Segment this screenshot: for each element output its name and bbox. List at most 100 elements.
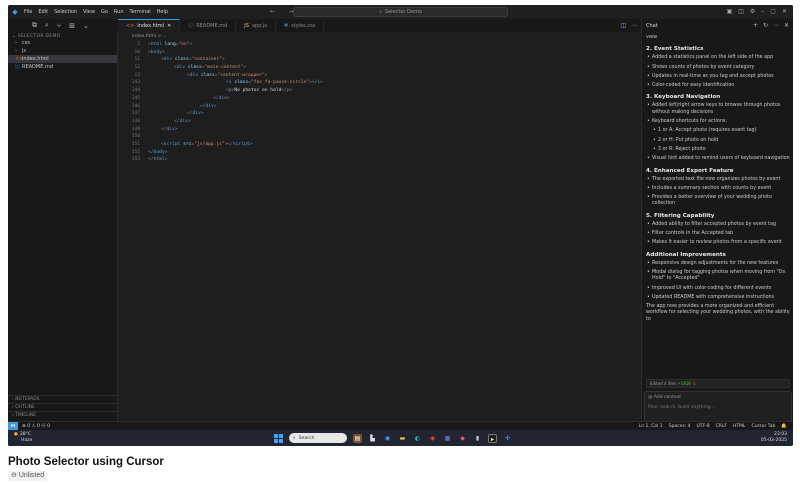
menu-run[interactable]: Run	[114, 9, 124, 15]
chrome-icon[interactable]: ◉	[383, 434, 392, 443]
chat-bullet-item: Added left/right arrow keys to browse th…	[646, 103, 790, 116]
editor-actions: ◫ ⋯	[620, 22, 637, 29]
folder-js[interactable]: › js	[8, 47, 117, 55]
code-line[interactable]: 151 <script src="js/app.js"></script>	[118, 141, 641, 149]
code-line[interactable]: 11 <div class="container">	[118, 56, 641, 64]
more-actions-icon[interactable]: ⋯	[631, 22, 637, 29]
panel-toggle-icon[interactable]: ◫	[738, 8, 744, 15]
taskbar-clock[interactable]: 23:03 05-03-2025	[761, 432, 787, 443]
menu-file[interactable]: File	[24, 9, 32, 15]
explorer-icon[interactable]: ⧉	[32, 21, 37, 30]
command-center-search[interactable]: ⌕ Selector Demo	[293, 7, 508, 17]
network-app-icon[interactable]: ✣	[503, 434, 512, 443]
chat-input-placeholder[interactable]: Plan, search, build anything...	[648, 405, 715, 410]
teams-icon[interactable]: ▦	[443, 434, 452, 443]
chevron-down-icon[interactable]: ⌄	[83, 22, 89, 30]
windows-start-icon[interactable]	[274, 433, 283, 443]
chat-bullet-item: Makes it easier to review photos from a …	[646, 240, 790, 247]
chat-outro-text: The app now provides a more organized an…	[646, 304, 790, 322]
menu-edit[interactable]: Edit	[38, 9, 48, 15]
edge-icon[interactable]: ◐	[413, 434, 422, 443]
tab-readme-md[interactable]: ⓘ README.md	[180, 19, 237, 32]
line-number: 147	[131, 111, 140, 117]
windows-taskbar: ● 28°C Haze ⌕ Search ▤ ▙ ◉ ▬ ◐ ◉ ▦ ◆ ▮ ▸ …	[8, 430, 793, 446]
code-line[interactable]: 153 </html>	[118, 156, 641, 164]
history-icon[interactable]: ↻	[763, 22, 768, 29]
menu-go[interactable]: Go	[101, 9, 108, 15]
link-icon: ⊖	[11, 472, 17, 479]
split-editor-icon[interactable]: ◫	[620, 22, 626, 29]
maximize-icon[interactable]: ▢	[770, 8, 776, 15]
code-line[interactable]: 144 <p>No photos on hold</p>	[118, 87, 641, 95]
browser-icon[interactable]: ◉	[428, 434, 437, 443]
file-explorer-icon[interactable]: ▬	[398, 434, 407, 443]
new-chat-icon[interactable]: +	[753, 22, 758, 29]
timeline-section[interactable]: › TIMELINE	[8, 411, 118, 419]
outline-section[interactable]: › OUTLINE	[8, 403, 118, 411]
taskbar-search[interactable]: ⌕ Search	[289, 433, 347, 443]
code-line[interactable]: 2 <html lang="en">	[118, 41, 641, 49]
edited-files-summary[interactable]: Edited 4 files +1416 -1	[646, 379, 790, 388]
code-line[interactable]: 145 </div>	[118, 95, 641, 103]
menu-selection[interactable]: Selection	[54, 9, 77, 15]
store-icon[interactable]: ◆	[458, 434, 467, 443]
notepads-section[interactable]: › NOTEPADS	[8, 395, 118, 403]
task-view-icon[interactable]: ▙	[368, 434, 377, 443]
close-window-icon[interactable]: ✕	[782, 8, 787, 15]
code-line[interactable]: 146 </div>	[118, 103, 641, 111]
chat-bullet-item: 2 or H: Put photo on hold	[646, 138, 790, 145]
chat-bullet-item: Improved UI with color-coding for differ…	[646, 286, 790, 293]
folder-css[interactable]: › css	[8, 39, 117, 47]
js-file-icon: JS	[244, 22, 249, 29]
code-text: <p>No photos on hold</p>	[226, 88, 293, 94]
file-index-html[interactable]: <>index.html	[8, 55, 117, 63]
tab-app-js[interactable]: JS app.js	[236, 19, 276, 32]
code-line[interactable]: 148 </div>	[118, 118, 641, 126]
code-line[interactable]: 10 <body>	[118, 49, 641, 57]
minimize-icon[interactable]: –	[761, 8, 764, 15]
code-line[interactable]: 152 </body>	[118, 149, 641, 157]
code-line[interactable]: 147 </div>	[118, 110, 641, 118]
chat-bullet-item: Added a statistics panel on the left sid…	[646, 55, 790, 62]
line-number: 152	[131, 149, 140, 155]
chat-title: Chat	[646, 22, 658, 29]
code-line[interactable]: 150	[118, 133, 641, 141]
source-control-icon[interactable]: ⑂	[57, 22, 61, 30]
search-view-icon[interactable]: ⌕	[45, 21, 49, 30]
close-icon[interactable]: ✕	[784, 22, 789, 29]
breadcrumb[interactable]: index.html > ...	[118, 32, 641, 41]
close-icon[interactable]: ✕	[167, 23, 171, 29]
code-editor[interactable]: 2 <html lang="en"> 10 <body> 11 <div class="c…	[118, 41, 641, 421]
title-bar: ◆ File Edit Selection View Go Run Termin…	[8, 5, 793, 19]
menu-terminal[interactable]: Terminal	[130, 9, 151, 15]
video-title: Photo Selector using Cursor	[8, 456, 164, 468]
tab-styles-css[interactable]: # styles.css	[276, 19, 325, 32]
menu-view[interactable]: View	[83, 9, 95, 15]
add-context-button[interactable]: @ Add context	[648, 395, 681, 400]
code-line[interactable]: 12 <div class="main-content">	[118, 64, 641, 72]
widgets-icon[interactable]: ▤	[353, 433, 362, 443]
code-line[interactable]: 143 <i class="fas fa-pause-circle"></i>	[118, 79, 641, 87]
line-number: 151	[131, 141, 140, 147]
extensions-icon[interactable]: ⊞	[69, 22, 75, 30]
tab-index-html[interactable]: <> index.html ✕	[118, 19, 181, 32]
code-line[interactable]: 13 <div class="content-wrapper">	[118, 72, 641, 80]
layout-toggle-icon[interactable]: ▣	[727, 8, 733, 15]
menu-help[interactable]: Help	[157, 9, 168, 15]
more-icon[interactable]: ⋯	[773, 22, 779, 29]
html-file-icon: <>	[126, 23, 135, 29]
notepad-icon[interactable]: ▮	[473, 434, 482, 443]
sidebar-bottom-panels: › NOTEPADS › OUTLINE › TIMELINE	[8, 395, 118, 419]
code-text: <div class="content-wrapper">	[187, 72, 268, 78]
code-line[interactable]: 149 </div>	[118, 126, 641, 134]
lines-added: +1416	[677, 381, 691, 386]
settings-gear-icon[interactable]: ⚙	[750, 8, 755, 15]
code-text: </body>	[148, 149, 168, 155]
chat-sections: 2. Event Statistics Added a statistics pa…	[646, 46, 790, 301]
cursor-app-icon[interactable]: ▸	[488, 433, 497, 443]
explorer-section-title[interactable]: ⌄ SELECTOR DEMO	[8, 32, 117, 39]
weather-widget[interactable]: ● 28°C Haze	[14, 432, 32, 443]
line-number: 143	[131, 80, 140, 86]
file-readme-md[interactable]: ⓘ README.md	[8, 63, 117, 71]
line-number: 2	[137, 42, 140, 47]
